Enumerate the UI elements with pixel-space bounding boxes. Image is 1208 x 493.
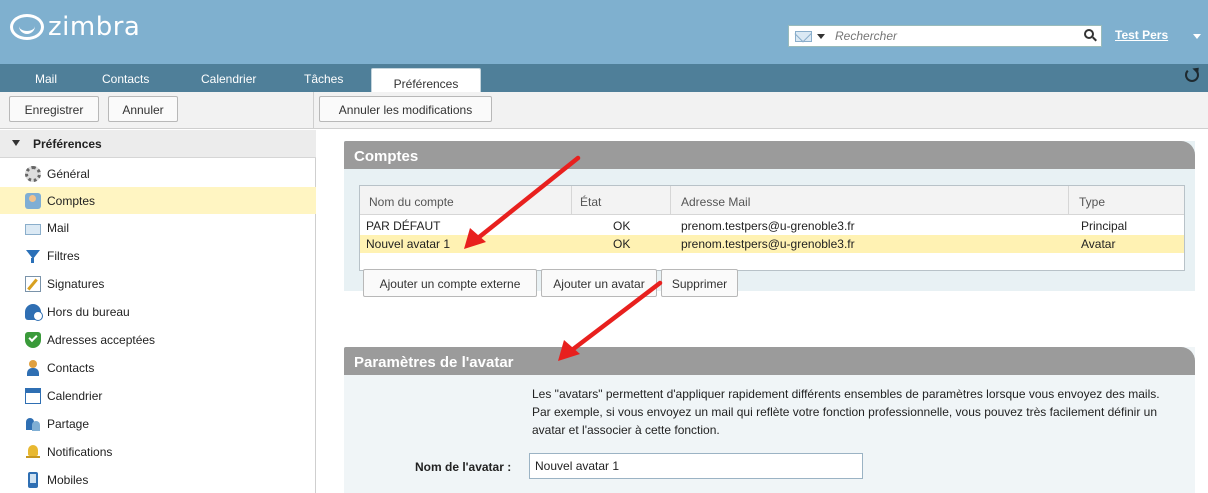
cancel-button[interactable]: Annuler (108, 96, 178, 122)
calendar-icon (25, 387, 41, 404)
out-of-office-icon (25, 303, 43, 321)
search-box (788, 25, 1102, 47)
sidebar-item-label: Hors du bureau (47, 304, 130, 319)
filter-icon (25, 248, 41, 264)
sidebar-item-contacts[interactable]: Contacts (0, 354, 316, 381)
sidebar-title: Préférences (33, 137, 102, 151)
user-menu-chevron-icon[interactable] (1193, 34, 1201, 39)
account-type-cell: Principal (1081, 219, 1128, 233)
shield-check-icon (25, 331, 41, 348)
sidebar-item-label: Contacts (47, 360, 95, 375)
tab-mail[interactable]: Mail (35, 72, 57, 86)
bell-icon (25, 444, 41, 460)
tab-contacts[interactable]: Contacts (102, 72, 149, 86)
sidebar-item-label: Comptes (47, 193, 96, 208)
sidebar-header[interactable]: Préférences (0, 130, 316, 158)
add-avatar-button[interactable]: Ajouter un avatar (541, 269, 657, 297)
signature-icon (25, 275, 41, 292)
sidebar-item-label: Adresses acceptées (47, 332, 156, 347)
accounts-table: Nom du compte État Adresse Mail Type PAR… (359, 185, 1185, 271)
account-status-cell: OK (613, 237, 631, 251)
user-menu[interactable]: Test Pers (1115, 28, 1168, 42)
sidebar-item-notifications[interactable]: Notifications (0, 438, 316, 465)
refresh-icon[interactable] (1185, 68, 1199, 82)
share-icon (25, 416, 41, 432)
save-button[interactable]: Enregistrer (9, 96, 99, 122)
delete-button[interactable]: Supprimer (661, 269, 738, 297)
sidebar-item-label: Calendrier (47, 388, 103, 403)
preferences-content: Comptes Nom du compte État Adresse Mail … (317, 130, 1208, 493)
sidebar-item-calendar[interactable]: Calendrier (0, 382, 316, 409)
sidebar-item-accounts[interactable]: Comptes (0, 187, 316, 214)
column-divider (670, 186, 671, 215)
sidebar-item-filters[interactable]: Filtres (0, 242, 316, 269)
sidebar-item-label: Signatures (47, 276, 105, 291)
app-tab-bar: Mail Contacts Calendrier Tâches Préféren… (0, 64, 1208, 93)
revert-changes-button[interactable]: Annuler les modifications (319, 96, 492, 122)
avatar-description: Les "avatars" permettent d'appliquer rap… (532, 387, 1160, 437)
contact-icon (25, 359, 41, 376)
mail-icon (25, 223, 41, 235)
sidebar-item-sharing[interactable]: Partage (0, 410, 316, 437)
sidebar-item-label: Notifications (47, 444, 113, 459)
sidebar-item-mobiles[interactable]: Mobiles (0, 466, 316, 493)
column-divider (571, 186, 572, 215)
brand-name: zimbra (48, 12, 141, 42)
add-external-account-button[interactable]: Ajouter un compte externe (363, 269, 537, 297)
toolbar-divider (313, 92, 314, 129)
account-email-cell: prenom.testpers@u-grenoble3.fr (681, 219, 855, 233)
envelope-icon (795, 30, 812, 42)
sidebar-item-accepted-addresses[interactable]: Adresses acceptées (0, 326, 316, 353)
table-row[interactable]: PAR DÉFAUT OK prenom.testpers@u-grenoble… (360, 217, 1184, 235)
tab-tasks[interactable]: Tâches (304, 72, 343, 86)
toolbar: Enregistrer Annuler Annuler les modifica… (0, 92, 1208, 129)
top-bar: zimbra Test Pers (0, 0, 1208, 64)
accounts-section-title: Comptes (344, 141, 1195, 169)
gear-icon (25, 165, 41, 182)
sidebar-item-signatures[interactable]: Signatures (0, 270, 316, 297)
sidebar-item-label: Mobiles (47, 472, 89, 487)
preferences-sidebar: Préférences Général Comptes Mail Filtres… (0, 130, 316, 493)
accounts-section: Comptes Nom du compte État Adresse Mail … (344, 141, 1195, 297)
avatar-settings-section: Paramètres de l'avatar Les "avatars" per… (344, 347, 1195, 493)
table-header: Nom du compte État Adresse Mail Type (360, 186, 1184, 215)
sidebar-item-out-of-office[interactable]: Hors du bureau (0, 298, 316, 325)
sidebar-item-label: Général (47, 166, 90, 181)
column-header-type[interactable]: Type (1079, 195, 1105, 209)
sidebar-item-general[interactable]: Général (0, 160, 316, 187)
zimbra-logo[interactable]: zimbra (10, 12, 140, 42)
account-status-cell: OK (613, 219, 631, 233)
column-header-status[interactable]: État (580, 195, 601, 209)
avatar-name-label: Nom de l'avatar : (415, 460, 512, 474)
zimbra-logo-icon (10, 14, 44, 40)
account-email-cell: prenom.testpers@u-grenoble3.fr (681, 237, 855, 251)
collapse-triangle-icon[interactable] (12, 140, 20, 146)
column-divider (1068, 186, 1069, 215)
avatar-settings-title: Paramètres de l'avatar (344, 347, 1195, 375)
search-type-selector[interactable] (789, 26, 831, 46)
column-header-account-name[interactable]: Nom du compte (369, 195, 454, 209)
sidebar-item-label: Mail (47, 220, 70, 235)
tab-calendar[interactable]: Calendrier (201, 72, 256, 86)
sidebar-item-mail[interactable]: Mail (0, 214, 316, 241)
sidebar-item-label: Partage (47, 416, 90, 431)
table-row[interactable]: Nouvel avatar 1 OK prenom.testpers@u-gre… (360, 235, 1184, 253)
search-icon[interactable] (1083, 29, 1097, 43)
account-name-cell: PAR DÉFAUT (366, 219, 441, 233)
account-type-cell: Avatar (1081, 237, 1116, 251)
avatar-name-field[interactable] (529, 453, 863, 479)
chevron-down-icon (817, 33, 825, 39)
column-header-email[interactable]: Adresse Mail (681, 195, 750, 209)
accounts-icon (25, 192, 41, 209)
account-name-cell: Nouvel avatar 1 (366, 237, 451, 251)
search-input[interactable] (831, 29, 1071, 43)
tab-preferences[interactable]: Préférences (371, 68, 481, 93)
mobile-icon (28, 471, 38, 488)
sidebar-item-label: Filtres (47, 248, 80, 263)
